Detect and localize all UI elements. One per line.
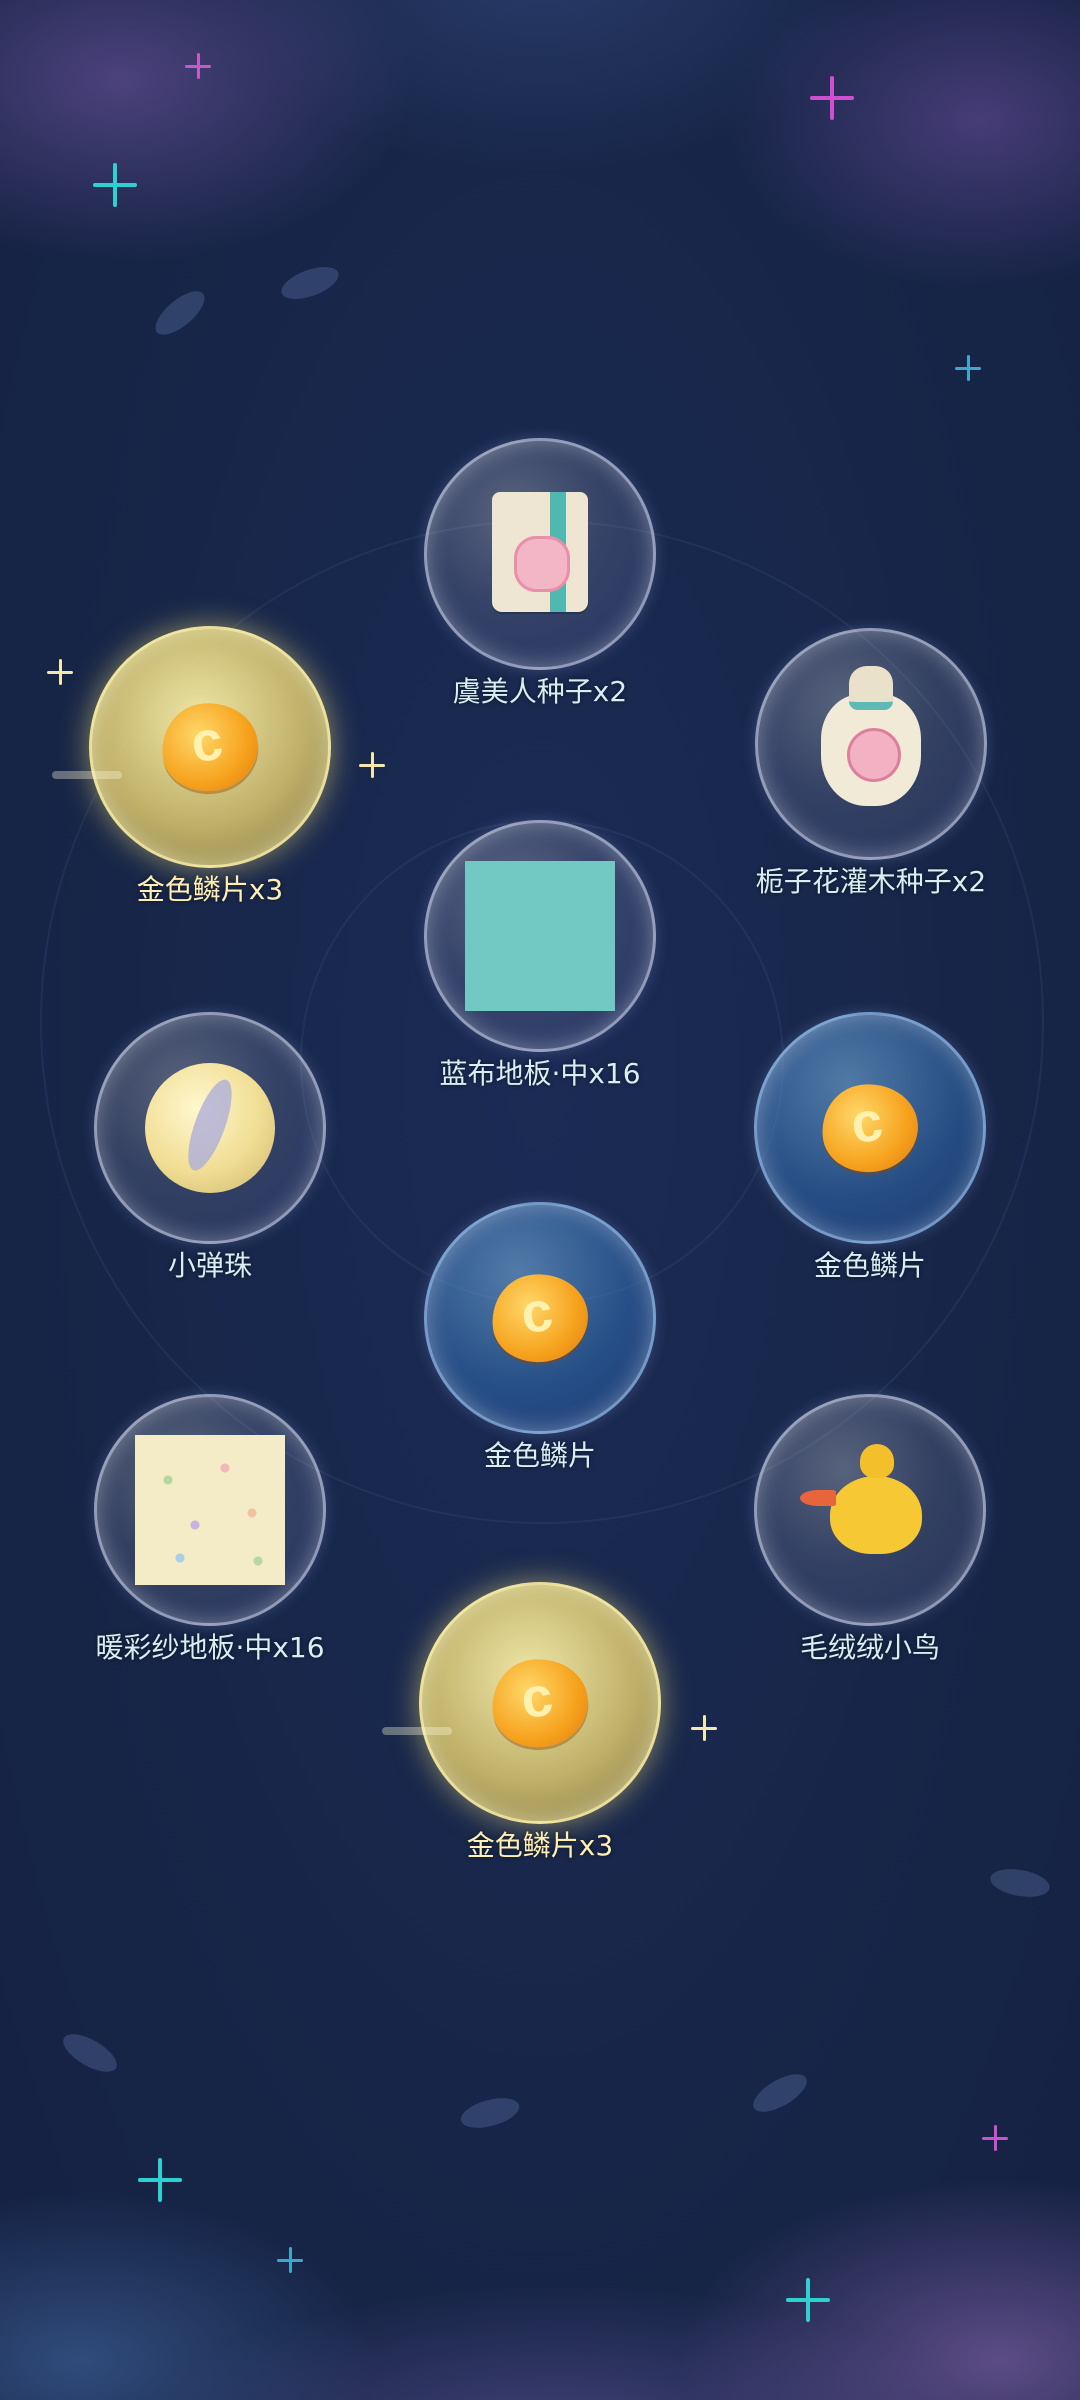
plush-bird-icon bbox=[800, 1444, 922, 1554]
reward-label: 蓝布地板·中x16 bbox=[439, 1057, 641, 1090]
reward-bubble bbox=[424, 1202, 656, 1434]
reward-item[interactable]: 金色鳞片 bbox=[400, 1202, 680, 1474]
reward-bubble bbox=[424, 820, 656, 1052]
reward-label: 毛绒绒小鸟 bbox=[799, 1631, 940, 1664]
reward-item[interactable]: 蓝布地板·中x16 bbox=[400, 820, 680, 1092]
gold-scale-icon bbox=[486, 1652, 594, 1754]
reward-bubble bbox=[382, 1582, 661, 1824]
seed-bag-icon bbox=[821, 666, 921, 806]
reward-label: 暖彩纱地板·中x16 bbox=[95, 1631, 325, 1664]
reward-label: 金色鳞片x3 bbox=[466, 1829, 614, 1862]
reward-bubble bbox=[94, 1012, 326, 1244]
reward-item[interactable]: 金色鳞片x3 bbox=[382, 1582, 680, 1864]
reward-item[interactable]: 栀子花灌木种子x2 bbox=[731, 628, 1011, 900]
reward-item[interactable]: 暖彩纱地板·中x16 bbox=[70, 1394, 350, 1666]
background-bottom-clouds bbox=[0, 1840, 1080, 2400]
reward-screen: 虞美人种子x2 金色鳞片x3 栀子花灌木种子x2 蓝布地板·中x16 小弹珠 金… bbox=[0, 0, 1080, 2400]
reward-item[interactable]: 小弹珠 bbox=[70, 1012, 350, 1284]
reward-item[interactable]: 金色鳞片x3 bbox=[52, 626, 350, 908]
reward-label: 栀子花灌木种子x2 bbox=[755, 865, 987, 898]
reward-bubble bbox=[754, 1012, 986, 1244]
gold-scale-icon bbox=[156, 696, 264, 798]
reward-bubble bbox=[424, 438, 656, 670]
reward-label: 金色鳞片 bbox=[483, 1439, 596, 1472]
reward-bubble bbox=[754, 1394, 986, 1626]
reward-bubble bbox=[94, 1394, 326, 1626]
reward-item[interactable]: 毛绒绒小鸟 bbox=[730, 1394, 1010, 1666]
reward-label: 虞美人种子x2 bbox=[452, 675, 628, 708]
gold-scale-icon bbox=[486, 1267, 594, 1369]
reward-label: 小弹珠 bbox=[167, 1249, 252, 1282]
reward-label: 金色鳞片x3 bbox=[136, 873, 284, 906]
reward-label: 金色鳞片 bbox=[813, 1249, 926, 1282]
reward-bubble bbox=[52, 626, 331, 868]
reward-bubble bbox=[755, 628, 987, 860]
seed-packet-icon bbox=[492, 492, 588, 612]
reward-item[interactable]: 虞美人种子x2 bbox=[400, 438, 680, 710]
warm-floor-tile-icon bbox=[135, 1435, 285, 1585]
reward-item[interactable]: 金色鳞片 bbox=[730, 1012, 1010, 1284]
marble-icon bbox=[145, 1063, 275, 1193]
gold-scale-icon bbox=[816, 1077, 924, 1179]
blue-floor-tile-icon bbox=[465, 861, 615, 1011]
